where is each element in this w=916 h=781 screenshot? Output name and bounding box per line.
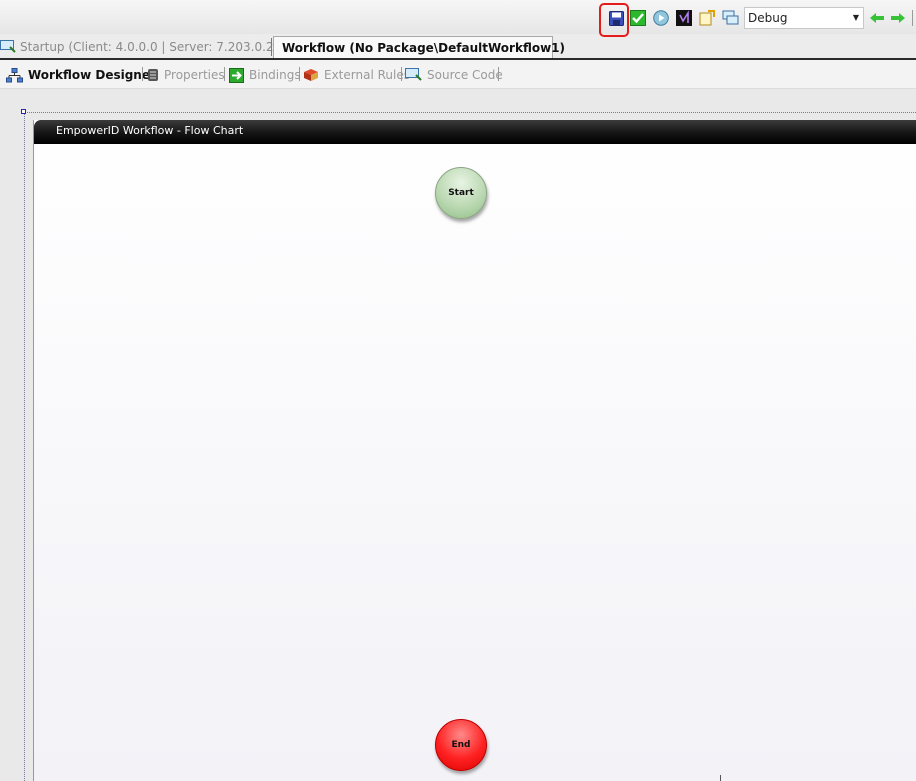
selection-handle[interactable] bbox=[21, 109, 26, 114]
toolbar: Debug ▼ bbox=[0, 0, 916, 37]
designer-subtab-bar: Workflow Designer Properties Bindings Ex… bbox=[0, 60, 916, 89]
subtab-external-rules[interactable]: External Rules bbox=[303, 66, 410, 84]
run-icon[interactable] bbox=[652, 9, 670, 27]
tab-startup[interactable]: Startup (Client: 4.0.0.0 | Server: 7.203… bbox=[0, 36, 309, 58]
properties-icon bbox=[148, 69, 158, 81]
forward-arrow-icon[interactable] bbox=[889, 9, 907, 27]
new-item-icon[interactable] bbox=[698, 9, 716, 27]
subtab-separator bbox=[224, 67, 225, 81]
subtab-separator bbox=[401, 67, 402, 81]
external-rules-icon bbox=[304, 69, 318, 81]
toolbar-separator bbox=[912, 10, 913, 26]
tab-separator bbox=[271, 38, 272, 56]
subtab-external-rules-label: External Rules bbox=[324, 68, 410, 82]
subtab-separator bbox=[498, 67, 499, 81]
scroll-marker bbox=[720, 775, 721, 781]
subtab-bindings-label: Bindings bbox=[249, 68, 301, 82]
chevron-down-icon[interactable]: ▼ bbox=[851, 8, 861, 28]
configuration-select[interactable]: Debug ▼ bbox=[744, 7, 864, 29]
configuration-value: Debug bbox=[748, 11, 788, 25]
document-tab-strip: Startup (Client: 4.0.0.0 | Server: 7.203… bbox=[0, 34, 916, 60]
startup-icon bbox=[0, 40, 16, 53]
flowchart-container[interactable]: EmpowerID Workflow - Flow Chart Start En… bbox=[33, 120, 916, 781]
tab-startup-label: Startup (Client: 4.0.0.0 | Server: 7.203… bbox=[20, 40, 309, 54]
source-code-icon bbox=[405, 68, 422, 81]
subtab-separator bbox=[142, 67, 143, 81]
check-icon[interactable] bbox=[629, 9, 647, 27]
tab-workflow[interactable]: Workflow (No Package\DefaultWorkflow1) bbox=[273, 36, 565, 58]
subtab-separator bbox=[299, 67, 300, 81]
visual-studio-icon[interactable] bbox=[675, 9, 693, 27]
save-highlight-annotation bbox=[599, 3, 629, 37]
subtab-workflow-designer[interactable]: Workflow Designer bbox=[6, 66, 156, 84]
end-node-label: End bbox=[451, 740, 471, 750]
back-arrow-icon[interactable] bbox=[868, 9, 886, 27]
subtab-source-code[interactable]: Source Code bbox=[405, 66, 503, 84]
designer-icon bbox=[6, 67, 23, 82]
subtab-properties-label: Properties bbox=[164, 68, 225, 82]
monitor-icon[interactable] bbox=[721, 9, 739, 27]
end-node[interactable]: End bbox=[435, 719, 487, 771]
tab-workflow-label: Workflow (No Package\DefaultWorkflow1) bbox=[282, 40, 565, 55]
subtab-bindings[interactable]: Bindings bbox=[229, 66, 301, 84]
subtab-source-code-label: Source Code bbox=[427, 68, 503, 82]
start-node[interactable]: Start bbox=[435, 167, 487, 219]
start-node-label: Start bbox=[448, 188, 474, 198]
subtab-workflow-designer-label: Workflow Designer bbox=[28, 68, 156, 82]
bindings-icon bbox=[229, 67, 244, 83]
subtab-properties[interactable]: Properties bbox=[147, 66, 225, 84]
flowchart-title: EmpowerID Workflow - Flow Chart bbox=[34, 120, 916, 144]
